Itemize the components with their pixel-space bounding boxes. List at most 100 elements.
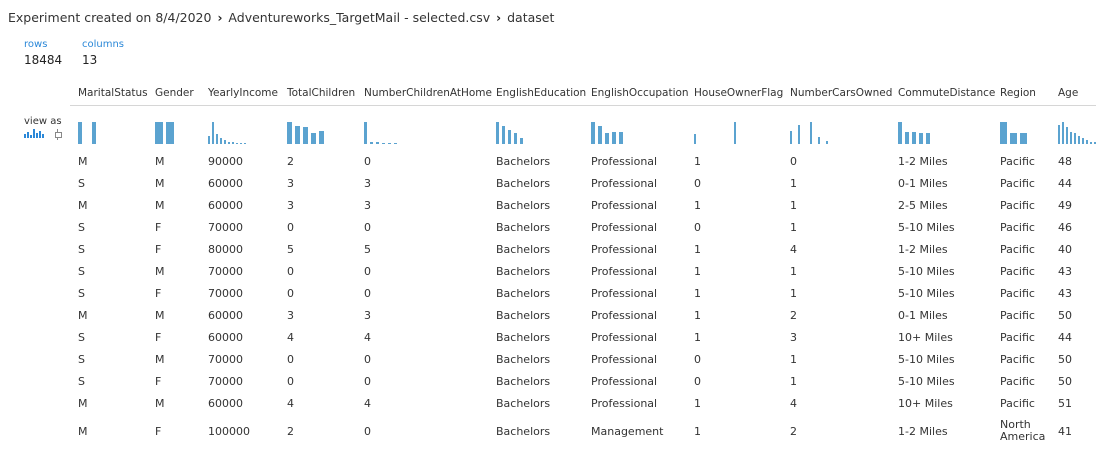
table-cell-maritalstatus[interactable]: M [78,200,88,212]
table-cell-age[interactable]: 43 [1058,266,1072,278]
table-cell-totalchildren[interactable]: 0 [287,288,294,300]
table-cell-englishoccupation[interactable]: Professional [591,200,657,212]
column-histogram-houseownerflag[interactable] [694,118,736,144]
table-cell-numberchildrenathome[interactable]: 0 [364,354,371,366]
column-header-commutedistance[interactable]: CommuteDistance [898,87,995,99]
table-cell-numbercarsowned[interactable]: 1 [790,376,797,388]
table-cell-region[interactable]: Pacific [1000,332,1035,344]
table-cell-region[interactable]: Pacific [1000,398,1035,410]
table-cell-numbercarsowned[interactable]: 1 [790,266,797,278]
table-cell-yearlyincome[interactable]: 60000 [208,398,243,410]
table-cell-englishoccupation[interactable]: Professional [591,310,657,322]
table-cell-englisheducation[interactable]: Bachelors [496,156,550,168]
table-cell-commutedistance[interactable]: 0-1 Miles [898,178,948,190]
table-cell-englishoccupation[interactable]: Professional [591,332,657,344]
table-cell-region[interactable]: Pacific [1000,200,1035,212]
table-cell-maritalstatus[interactable]: S [78,178,85,190]
table-cell-age[interactable]: 48 [1058,156,1072,168]
table-cell-region[interactable]: North America [1000,419,1052,443]
table-cell-houseownerflag[interactable]: 1 [694,310,701,322]
table-cell-houseownerflag[interactable]: 1 [694,332,701,344]
breadcrumb-dataset-file[interactable]: Adventureworks_TargetMail - selected.csv [228,10,490,25]
column-header-numbercarsowned[interactable]: NumberCarsOwned [790,87,892,99]
table-cell-englisheducation[interactable]: Bachelors [496,376,550,388]
table-cell-maritalstatus[interactable]: M [78,426,88,438]
table-cell-totalchildren[interactable]: 0 [287,376,294,388]
table-cell-maritalstatus[interactable]: S [78,222,85,234]
table-cell-englisheducation[interactable]: Bachelors [496,354,550,366]
table-cell-numberchildrenathome[interactable]: 0 [364,156,371,168]
table-cell-totalchildren[interactable]: 2 [287,156,294,168]
column-histogram-maritalstatus[interactable] [78,118,96,144]
table-cell-age[interactable]: 40 [1058,244,1072,256]
table-cell-commutedistance[interactable]: 1-2 Miles [898,426,948,438]
table-cell-commutedistance[interactable]: 1-2 Miles [898,156,948,168]
table-cell-region[interactable]: Pacific [1000,222,1035,234]
table-cell-totalchildren[interactable]: 3 [287,310,294,322]
table-cell-commutedistance[interactable]: 10+ Miles [898,332,953,344]
table-cell-englishoccupation[interactable]: Professional [591,354,657,366]
table-cell-houseownerflag[interactable]: 0 [694,178,701,190]
table-cell-gender[interactable]: M [155,266,165,278]
table-cell-gender[interactable]: M [155,398,165,410]
table-cell-englisheducation[interactable]: Bachelors [496,288,550,300]
table-cell-numberchildrenathome[interactable]: 0 [364,376,371,388]
table-cell-age[interactable]: 50 [1058,376,1072,388]
table-cell-region[interactable]: Pacific [1000,244,1035,256]
table-cell-yearlyincome[interactable]: 60000 [208,332,243,344]
table-cell-totalchildren[interactable]: 4 [287,332,294,344]
column-header-gender[interactable]: Gender [155,87,194,99]
table-cell-region[interactable]: Pacific [1000,156,1035,168]
table-cell-houseownerflag[interactable]: 1 [694,426,701,438]
table-cell-numberchildrenathome[interactable]: 0 [364,426,371,438]
table-cell-houseownerflag[interactable]: 0 [694,222,701,234]
table-cell-totalchildren[interactable]: 5 [287,244,294,256]
rows-label[interactable]: rows [24,39,62,50]
table-cell-commutedistance[interactable]: 1-2 Miles [898,244,948,256]
table-cell-englisheducation[interactable]: Bachelors [496,222,550,234]
column-histogram-numberchildrenathome[interactable] [364,118,397,144]
table-cell-age[interactable]: 43 [1058,288,1072,300]
table-cell-maritalstatus[interactable]: M [78,156,88,168]
table-cell-commutedistance[interactable]: 2-5 Miles [898,200,948,212]
table-cell-houseownerflag[interactable]: 1 [694,266,701,278]
column-histogram-commutedistance[interactable] [898,118,930,144]
histogram-icon[interactable] [24,129,44,138]
table-cell-commutedistance[interactable]: 0-1 Miles [898,310,948,322]
table-cell-englishoccupation[interactable]: Professional [591,244,657,256]
table-cell-englisheducation[interactable]: Bachelors [496,310,550,322]
table-cell-age[interactable]: 50 [1058,310,1072,322]
table-cell-yearlyincome[interactable]: 70000 [208,354,243,366]
column-histogram-englisheducation[interactable] [496,118,523,144]
table-cell-gender[interactable]: M [155,178,165,190]
column-histogram-gender[interactable] [155,118,174,144]
table-cell-yearlyincome[interactable]: 70000 [208,376,243,388]
table-cell-englishoccupation[interactable]: Professional [591,222,657,234]
table-cell-maritalstatus[interactable]: S [78,354,85,366]
table-cell-age[interactable]: 46 [1058,222,1072,234]
table-cell-englishoccupation[interactable]: Professional [591,178,657,190]
table-cell-houseownerflag[interactable]: 0 [694,376,701,388]
table-cell-numberchildrenathome[interactable]: 0 [364,222,371,234]
table-cell-totalchildren[interactable]: 2 [287,426,294,438]
column-header-houseownerflag[interactable]: HouseOwnerFlag [694,87,783,99]
column-histogram-numbercarsowned[interactable] [790,118,828,144]
table-cell-commutedistance[interactable]: 5-10 Miles [898,354,955,366]
column-header-englishoccupation[interactable]: EnglishOccupation [591,87,689,99]
table-cell-gender[interactable]: M [155,200,165,212]
table-cell-numberchildrenathome[interactable]: 5 [364,244,371,256]
table-cell-yearlyincome[interactable]: 80000 [208,244,243,256]
table-cell-yearlyincome[interactable]: 100000 [208,426,250,438]
table-cell-houseownerflag[interactable]: 1 [694,288,701,300]
column-header-age[interactable]: Age [1058,87,1078,99]
table-cell-englisheducation[interactable]: Bachelors [496,398,550,410]
table-cell-commutedistance[interactable]: 5-10 Miles [898,222,955,234]
table-cell-numberchildrenathome[interactable]: 3 [364,200,371,212]
table-cell-yearlyincome[interactable]: 60000 [208,178,243,190]
column-header-totalchildren[interactable]: TotalChildren [287,87,355,99]
boxplot-icon[interactable] [54,129,62,140]
table-cell-totalchildren[interactable]: 0 [287,266,294,278]
table-cell-gender[interactable]: F [155,288,161,300]
table-cell-totalchildren[interactable]: 0 [287,354,294,366]
table-cell-numbercarsowned[interactable]: 3 [790,332,797,344]
